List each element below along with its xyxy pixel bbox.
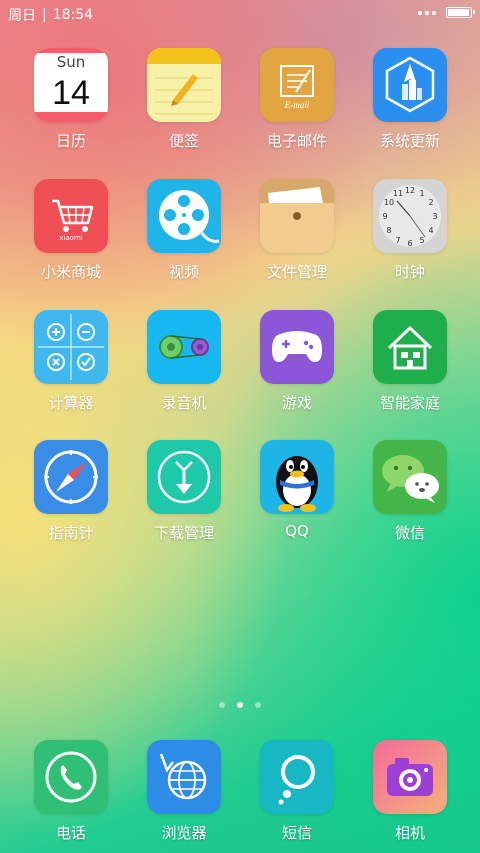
dock-messages[interactable]: 短信	[242, 740, 352, 843]
penguin-icon	[260, 440, 334, 514]
svg-text:2: 2	[428, 198, 433, 207]
app-recorder[interactable]: 录音机	[129, 310, 239, 413]
calendar-icon: Sun 14	[34, 48, 108, 122]
battery-icon	[446, 7, 475, 18]
app-smart-home[interactable]: 智能家庭	[355, 310, 465, 413]
page-dot-active[interactable]	[237, 702, 243, 708]
house-icon	[373, 310, 447, 384]
page-dot[interactable]	[219, 702, 225, 708]
mi-store-icon-text: xiaomi	[59, 234, 83, 242]
app-label: 计算器	[48, 394, 94, 412]
app-label: 系统更新	[379, 132, 440, 150]
app-label: 视频	[168, 263, 199, 281]
film-reel-icon	[147, 179, 221, 253]
app-label: 便签	[168, 132, 199, 150]
status-day: 周日	[8, 8, 36, 24]
chat-bubbles-icon	[373, 440, 447, 514]
svg-text:7: 7	[395, 236, 400, 245]
svg-text:5: 5	[419, 236, 424, 245]
app-label: 智能家庭	[379, 394, 440, 412]
notes-icon	[147, 48, 221, 122]
app-system-update[interactable]: 系统更新	[355, 48, 465, 151]
clock-icon: 12 1 2 3 4 5 6 7 8 9 10 11	[373, 179, 447, 253]
svg-text:4: 4	[428, 226, 433, 235]
app-label: 文件管理	[266, 263, 327, 281]
gamepad-icon	[260, 310, 334, 384]
app-compass[interactable]: 指南针	[16, 440, 126, 543]
app-calendar[interactable]: Sun 14 日历	[16, 48, 126, 151]
status-bar: 周日 | 18:54	[0, 0, 480, 28]
svg-text:10: 10	[384, 198, 394, 207]
dock-browser[interactable]: 浏览器	[129, 740, 239, 843]
download-icon	[147, 440, 221, 514]
calendar-date: 14	[52, 74, 90, 112]
app-mi-store[interactable]: xiaomi 小米商城	[16, 179, 126, 282]
app-notes[interactable]: 便签	[129, 48, 239, 151]
app-calculator[interactable]: 计算器	[16, 310, 126, 413]
phone-icon	[34, 740, 108, 814]
app-clock[interactable]: 12 1 2 3 4 5 6 7 8 9 10 11 时钟	[355, 179, 465, 282]
system-update-icon	[373, 48, 447, 122]
svg-text:9: 9	[382, 212, 387, 221]
app-label: 游戏	[281, 394, 312, 412]
camera-icon	[373, 740, 447, 814]
page-indicator	[0, 702, 480, 708]
email-icon-text: E-mail	[284, 100, 310, 110]
app-label: 时钟	[394, 263, 425, 281]
app-label: 电子邮件	[266, 132, 327, 150]
app-label: 下载管理	[153, 524, 214, 542]
app-downloads[interactable]: 下载管理	[129, 440, 239, 543]
dock-camera[interactable]: 相机	[355, 740, 465, 843]
app-label: 微信	[394, 524, 425, 542]
app-qq[interactable]: QQ	[242, 440, 352, 540]
app-label: QQ	[285, 522, 309, 540]
app-label: 电话	[55, 824, 86, 842]
compass-icon	[34, 440, 108, 514]
app-file-manager[interactable]: 文件管理	[242, 179, 352, 282]
app-email[interactable]: E-mail 电子邮件	[242, 48, 352, 151]
app-label: 浏览器	[161, 824, 207, 842]
app-label: 录音机	[161, 394, 207, 412]
app-label: 日历	[55, 132, 86, 150]
calculator-icon	[34, 310, 108, 384]
app-label: 相机	[394, 824, 425, 842]
app-video[interactable]: 视频	[129, 179, 239, 282]
svg-text:1: 1	[419, 189, 424, 198]
status-time: 18:54	[52, 7, 94, 23]
page-dot[interactable]	[255, 702, 261, 708]
svg-text:11: 11	[393, 189, 403, 198]
email-icon: E-mail	[260, 48, 334, 122]
app-label: 指南针	[48, 524, 94, 542]
svg-text:3: 3	[432, 212, 437, 221]
svg-text:8: 8	[386, 226, 391, 235]
app-label: 短信	[281, 824, 312, 842]
globe-icon	[147, 740, 221, 814]
svg-text:12: 12	[405, 186, 415, 195]
tape-reel-icon	[147, 310, 221, 384]
message-bubble-icon	[260, 740, 334, 814]
svg-text:6: 6	[407, 239, 412, 248]
app-label: 小米商城	[40, 263, 101, 281]
status-separator: |	[42, 7, 47, 23]
app-wechat[interactable]: 微信	[355, 440, 465, 543]
folder-icon	[260, 179, 334, 253]
app-games[interactable]: 游戏	[242, 310, 352, 413]
calendar-weekday: Sun	[56, 53, 86, 71]
shopping-cart-icon: xiaomi	[34, 179, 108, 253]
dock-phone[interactable]: 电话	[16, 740, 126, 843]
more-dots-icon	[418, 10, 436, 15]
